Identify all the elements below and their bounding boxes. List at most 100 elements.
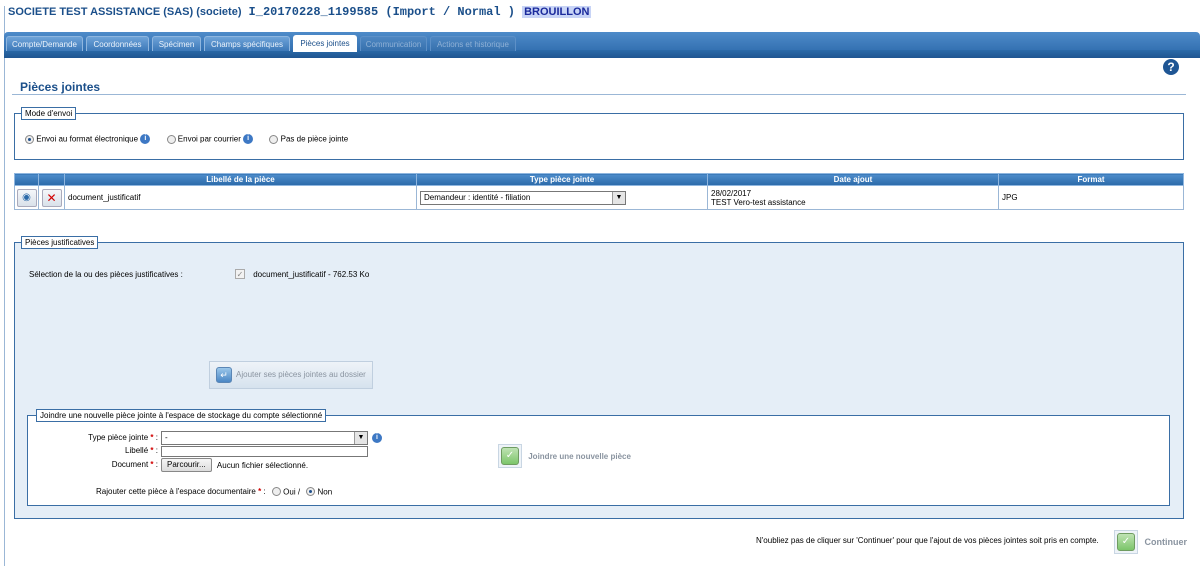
- info-icon[interactable]: i: [243, 134, 254, 144]
- justificatives-fieldset: Pièces justificatives Sélection de la ou…: [14, 236, 1184, 519]
- tab-communication: Communication: [360, 36, 427, 51]
- non-label: Non: [317, 487, 333, 497]
- continue-icon-wrapper: ✓: [1114, 530, 1138, 554]
- left-border: [4, 6, 5, 566]
- type-piece-label: Type pièce jointe: [88, 433, 149, 442]
- join-new-piece-button[interactable]: ✓ Joindre une nouvelle pièce: [498, 444, 631, 468]
- info-icon[interactable]: i: [140, 134, 151, 144]
- format-cell: JPG: [998, 185, 1184, 210]
- libelle-label-row: Libellé * :: [38, 446, 158, 455]
- continue-label: Continuer: [1144, 537, 1188, 547]
- piece-type-select[interactable]: Demandeur : identité - filiation ▼: [420, 190, 626, 205]
- column-date: Date ajout: [707, 173, 999, 186]
- radio-oui[interactable]: [271, 487, 281, 497]
- chevron-down-icon: ▼: [354, 432, 367, 444]
- required-mark: *: [150, 446, 154, 455]
- request-reference: I_20170228_1199585 (Import / Normal ): [248, 5, 515, 19]
- piece-label: document_justificatif: [64, 185, 417, 210]
- pieces-table: Libellé de la pièce Type pièce jointe Da…: [14, 173, 1184, 210]
- nouvelle-piece-legend: Joindre une nouvelle pièce jointe à l'es…: [36, 409, 327, 422]
- label-colon: :: [155, 446, 158, 455]
- option-courrier-label: Envoi par courrier: [177, 134, 241, 144]
- column-format: Format: [998, 173, 1184, 186]
- option-courrier[interactable]: Envoi par courrier i: [166, 134, 254, 144]
- delete-cell: ✕: [38, 185, 65, 210]
- piece-type-value: Demandeur : identité - filiation: [424, 192, 531, 202]
- option-electronique[interactable]: Envoi au format électronique i: [25, 134, 151, 144]
- libelle-input[interactable]: [161, 446, 368, 457]
- add-attachments-wrapper: ↵ Ajouter ses pièces jointes au dossier: [209, 361, 373, 389]
- justificatives-legend: Pièces justificatives: [21, 236, 99, 249]
- oui-label: Oui /: [283, 487, 301, 497]
- required-mark: *: [258, 487, 262, 496]
- tab-bar: Compte/Demande Coordonnées Spécimen Cham…: [4, 32, 1200, 58]
- chevron-down-icon: ▼: [612, 191, 625, 204]
- justificative-item: ✓ document_justificatif - 762.53 Ko: [235, 269, 369, 279]
- join-new-piece-label: Joindre une nouvelle pièce: [528, 451, 631, 461]
- tab-specimen[interactable]: Spécimen: [152, 36, 201, 51]
- type-piece-value: -: [165, 433, 168, 442]
- required-mark: *: [150, 433, 154, 442]
- rajouter-row: Rajouter cette pièce à l'espace document…: [96, 487, 333, 497]
- info-icon[interactable]: i: [372, 433, 382, 443]
- radio-courrier[interactable]: [166, 134, 176, 144]
- title-divider: [12, 94, 1186, 95]
- continue-button[interactable]: ✓ Continuer: [1114, 530, 1187, 554]
- view-cell: ◉: [14, 185, 39, 210]
- tab-coordonnees[interactable]: Coordonnées: [86, 36, 149, 51]
- column-libelle: Libellé de la pièce: [64, 173, 417, 186]
- table-header-row: Libellé de la pièce Type pièce jointe Da…: [14, 173, 1184, 186]
- option-pas-de-piece-label: Pas de pièce jointe: [280, 134, 349, 144]
- document-label: Document: [111, 460, 149, 469]
- libelle-label: Libellé: [125, 446, 149, 455]
- selection-label: Sélection de la ou des pièces justificat…: [29, 270, 183, 279]
- no-file-text: Aucun fichier sélectionné.: [216, 460, 309, 470]
- tab-compte-demande[interactable]: Compte/Demande: [6, 36, 83, 51]
- type-piece-select[interactable]: - ▼: [161, 431, 368, 445]
- footer-note: N'oubliez pas de cliquer sur 'Continuer'…: [756, 536, 1099, 545]
- column-delete: [38, 173, 65, 186]
- join-icon: ✓: [501, 447, 519, 465]
- add-attachments-icon: ↵: [216, 367, 232, 383]
- radio-non[interactable]: [306, 487, 316, 497]
- justificative-item-label: document_justificatif - 762.53 Ko: [253, 269, 370, 279]
- join-icon-wrapper: ✓: [498, 444, 522, 468]
- delete-icon[interactable]: ✕: [41, 188, 62, 207]
- document-file-row: Parcourir... Aucun fichier sélectionné.: [161, 458, 308, 472]
- rajouter-label: Rajouter cette pièce à l'espace document…: [96, 487, 256, 496]
- tab-champs-specifiques[interactable]: Champs spécifiques: [204, 36, 290, 51]
- view-icon[interactable]: ◉: [16, 188, 37, 207]
- add-attachments-label: Ajouter ses pièces jointes au dossier: [236, 370, 366, 380]
- table-row: ◉ ✕ document_justificatif Demandeur : id…: [14, 185, 1184, 210]
- mode-envoi-fieldset: Mode d'envoi Envoi au format électroniqu…: [14, 107, 1184, 160]
- nouvelle-piece-fieldset: Joindre une nouvelle pièce jointe à l'es…: [27, 409, 1170, 506]
- option-electronique-label: Envoi au format électronique: [36, 134, 139, 144]
- company-name: SOCIETE TEST ASSISTANCE (SAS) (societe): [8, 6, 242, 18]
- document-label-row: Document * :: [38, 460, 158, 469]
- column-type: Type pièce jointe: [416, 173, 708, 186]
- help-icon[interactable]: ?: [1163, 59, 1179, 75]
- piece-type-cell: Demandeur : identité - filiation ▼: [416, 185, 708, 210]
- radio-pas-de-piece[interactable]: [269, 134, 279, 144]
- required-mark: *: [150, 460, 154, 469]
- continue-icon: ✓: [1117, 533, 1135, 551]
- tab-actions-historique: Actions et historique: [430, 36, 516, 51]
- justificative-checkbox[interactable]: ✓: [235, 269, 245, 279]
- browse-button[interactable]: Parcourir...: [161, 458, 212, 472]
- label-colon: :: [155, 460, 158, 469]
- column-view: [14, 173, 39, 186]
- status-badge: BROUILLON: [522, 6, 592, 18]
- tab-pieces-jointes[interactable]: Pièces jointes: [293, 35, 357, 52]
- label-colon: :: [263, 487, 266, 496]
- mode-envoi-legend: Mode d'envoi: [21, 107, 77, 120]
- radio-electronique[interactable]: [25, 134, 34, 144]
- option-pas-de-piece[interactable]: Pas de pièce jointe: [269, 134, 349, 144]
- add-attachments-button[interactable]: ↵ Ajouter ses pièces jointes au dossier: [209, 361, 373, 389]
- page-header: SOCIETE TEST ASSISTANCE (SAS) (societe) …: [8, 5, 592, 21]
- label-colon: :: [155, 433, 158, 442]
- added-by: TEST Vero-test assistance: [711, 197, 806, 207]
- mode-envoi-options: Envoi au format électronique i Envoi par…: [25, 134, 362, 144]
- date-ajout: 28/02/2017: [711, 188, 752, 198]
- page-title: Pièces jointes: [20, 80, 101, 94]
- date-cell: 28/02/2017 TEST Vero-test assistance: [707, 185, 999, 210]
